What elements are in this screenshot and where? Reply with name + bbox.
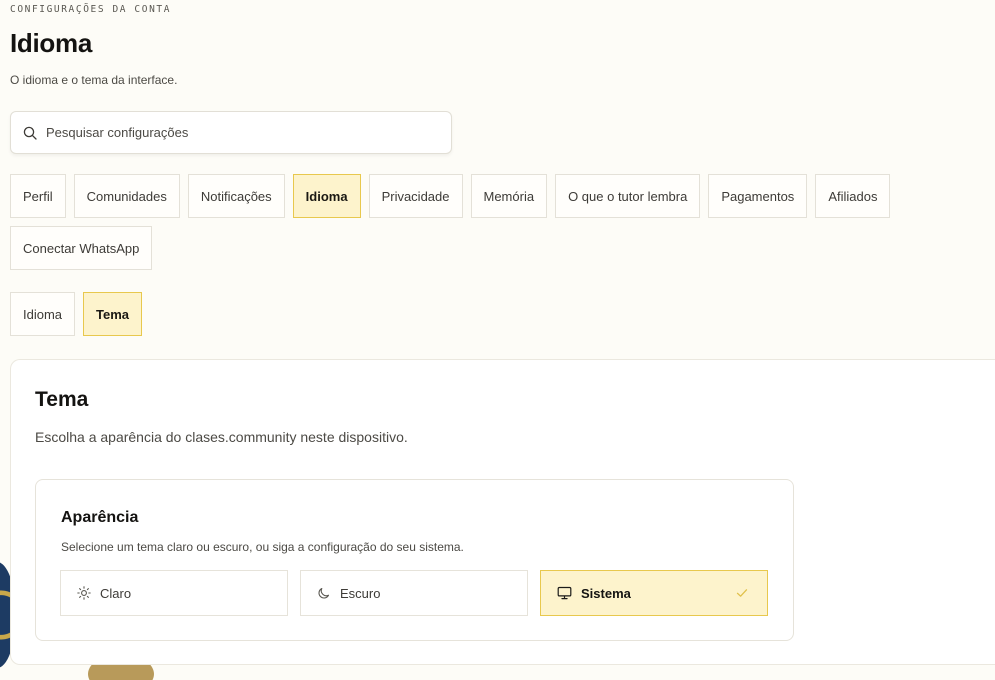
tab-comunidades[interactable]: Comunidades [73,174,180,218]
tab-tutor-lembra[interactable]: O que o tutor lembra [555,174,701,218]
tab-idioma[interactable]: Idioma [292,174,361,218]
theme-card: Tema Escolha a aparência do clases.commu… [10,359,995,665]
moon-icon [318,587,330,599]
search-icon [23,126,37,140]
theme-card-description: Escolha a aparência do clases.community … [35,429,408,445]
search-box[interactable] [10,111,452,154]
theme-option-label: Escuro [340,585,381,601]
search-input[interactable] [46,125,426,140]
section-eyebrow: CONFIGURAÇÕES DA CONTA [10,4,172,15]
tab-privacidade[interactable]: Privacidade [368,174,463,218]
monitor-icon [557,586,572,600]
language-subtabs: Idioma Tema [10,292,143,336]
settings-tabs: Perfil Comunidades Notificações Idioma P… [10,174,970,270]
sun-icon [77,586,91,600]
theme-option-label: Sistema [581,585,631,601]
tab-conectar-whatsapp[interactable]: Conectar WhatsApp [10,226,153,270]
tab-memoria[interactable]: Memória [470,174,548,218]
page-title: Idioma [10,28,92,58]
page-subtitle: O idioma e o tema da interface. [10,73,178,87]
appearance-description: Selecione um tema claro ou escuro, ou si… [61,540,464,554]
appearance-title: Aparência [61,509,139,526]
subtab-tema[interactable]: Tema [83,292,143,336]
appearance-panel: Aparência Selecione um tema claro ou esc… [35,479,794,641]
tab-perfil[interactable]: Perfil [10,174,66,218]
subtab-idioma[interactable]: Idioma [10,292,76,336]
settings-page: CONFIGURAÇÕES DA CONTA Idioma O idioma e… [0,0,995,680]
theme-options: Claro Escuro Sistema [60,570,768,616]
theme-option-escuro[interactable]: Escuro [300,570,528,616]
tab-notificacoes[interactable]: Notificações [187,174,285,218]
tab-afiliados[interactable]: Afiliados [815,174,891,218]
theme-option-sistema[interactable]: Sistema [540,570,768,616]
tab-pagamentos[interactable]: Pagamentos [708,174,808,218]
theme-option-label: Claro [100,585,132,601]
theme-option-claro[interactable]: Claro [60,570,288,616]
check-icon [736,589,748,597]
theme-card-title: Tema [35,388,89,411]
